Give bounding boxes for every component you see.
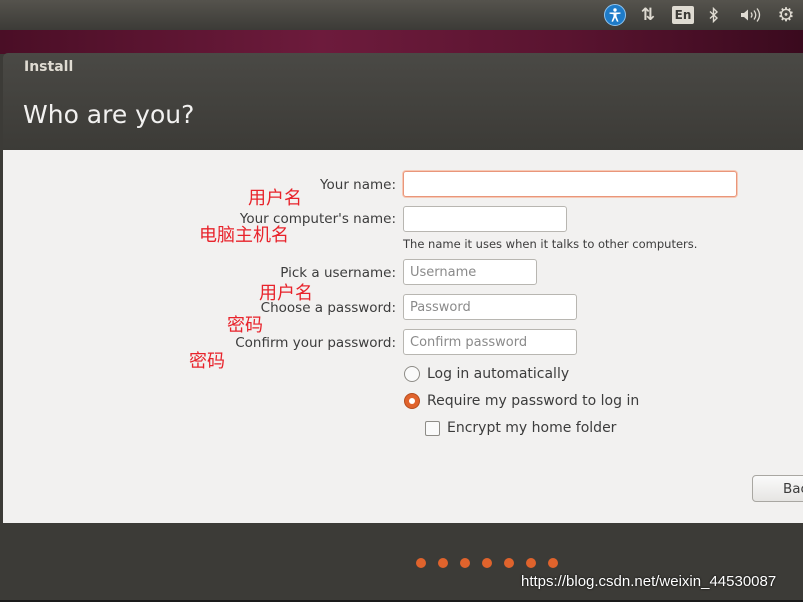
- your-name-input[interactable]: [403, 171, 737, 197]
- progress-dot: [438, 558, 448, 568]
- username-input[interactable]: [403, 259, 537, 285]
- encrypt-home-label: Encrypt my home folder: [447, 420, 617, 436]
- annotation-confirm: 密码: [189, 351, 225, 372]
- require-password-option[interactable]: Require my password to log in: [404, 393, 639, 409]
- network-icon[interactable]: ⇅: [636, 3, 660, 27]
- bluetooth-icon[interactable]: [704, 3, 724, 27]
- progress-dot: [504, 558, 514, 568]
- watermark: https://blog.csdn.net/weixin_44530087: [521, 573, 777, 590]
- confirm-password-input[interactable]: [403, 329, 577, 355]
- annotation-computer-name: 电脑主机名: [199, 225, 289, 246]
- accessibility-indicator[interactable]: [603, 3, 627, 27]
- accessibility-icon: [604, 4, 626, 26]
- password-label: Choose a password:: [260, 300, 396, 316]
- progress-dot: [416, 558, 426, 568]
- computer-name-hint: The name it uses when it talks to other …: [403, 237, 698, 251]
- keyboard-layout-indicator[interactable]: En: [671, 3, 695, 27]
- your-name-label: Your name:: [320, 177, 396, 193]
- window-title: Install: [24, 59, 74, 75]
- back-button[interactable]: Back: [752, 475, 803, 502]
- gear-icon[interactable]: ⚙: [774, 3, 798, 27]
- require-password-label: Require my password to log in: [427, 393, 640, 409]
- progress-dot: [460, 558, 470, 568]
- encrypt-home-option[interactable]: Encrypt my home folder: [425, 420, 616, 436]
- progress-dot: [482, 558, 492, 568]
- login-automatically-label: Log in automatically: [427, 366, 570, 382]
- desktop-background: [0, 30, 803, 54]
- encrypt-home-checkbox[interactable]: [425, 420, 440, 436]
- progress-dots: [416, 558, 558, 568]
- require-password-radio[interactable]: [404, 393, 420, 409]
- password-input[interactable]: [403, 294, 577, 320]
- lang-label: En: [671, 6, 695, 24]
- confirm-password-label: Confirm your password:: [235, 335, 396, 351]
- login-automatically-option[interactable]: Log in automatically: [404, 366, 569, 382]
- volume-icon[interactable]: [737, 3, 765, 27]
- login-automatically-radio[interactable]: [404, 366, 420, 382]
- annotation-password: 密码: [227, 315, 263, 336]
- progress-dot: [526, 558, 536, 568]
- page-title: Who are you?: [23, 100, 195, 129]
- computer-name-input[interactable]: [403, 206, 567, 232]
- annotation-name: 用户名: [248, 188, 302, 209]
- progress-dot: [548, 558, 558, 568]
